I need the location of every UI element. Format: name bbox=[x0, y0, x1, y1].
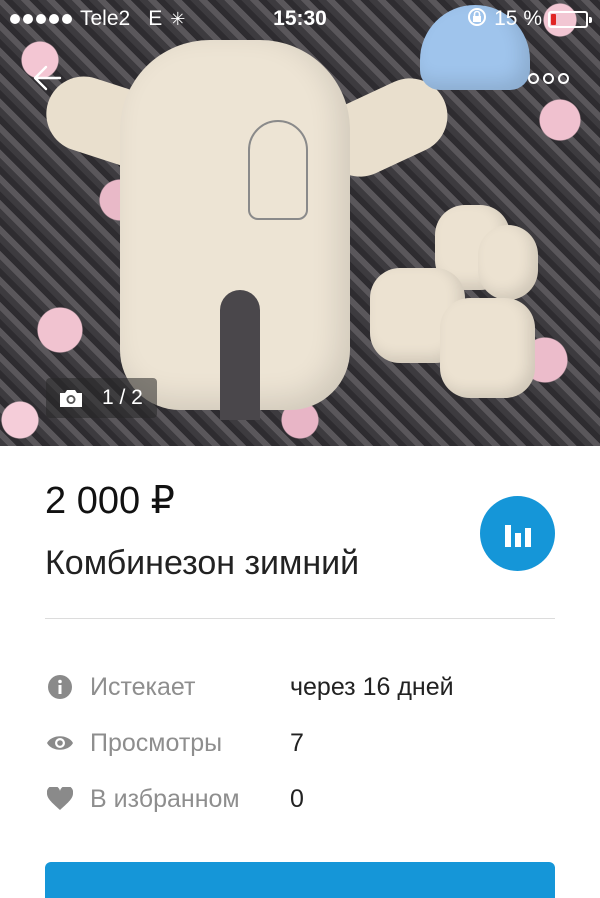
battery-icon bbox=[548, 10, 592, 28]
more-dots-icon bbox=[528, 72, 539, 84]
eye-icon bbox=[45, 728, 75, 758]
photo-detail bbox=[440, 298, 535, 398]
stat-label: Просмотры bbox=[90, 728, 223, 757]
stat-value: 7 bbox=[290, 728, 304, 757]
info-icon bbox=[45, 672, 75, 702]
stat-value: через 16 дней bbox=[290, 672, 454, 701]
camera-icon bbox=[60, 390, 82, 407]
rotation-lock-icon bbox=[466, 6, 488, 33]
stat-label: В избранном bbox=[90, 784, 240, 813]
more-dots-icon bbox=[543, 72, 554, 84]
photo-detail bbox=[478, 225, 538, 300]
status-bar: Tele2 E ✳ 15:30 15 % bbox=[0, 0, 600, 38]
battery-percent: 15 % bbox=[494, 7, 542, 30]
photo-detail bbox=[220, 290, 260, 420]
stat-value: 0 bbox=[290, 784, 304, 813]
network-type: E bbox=[148, 7, 163, 30]
primary-action-button[interactable] bbox=[45, 862, 555, 898]
stat-row-views: Просмотры 7 bbox=[45, 723, 555, 763]
listing-title: Комбинезон зимний bbox=[45, 544, 360, 582]
listing-price: 2 000 ₽ bbox=[45, 480, 175, 522]
back-button[interactable] bbox=[30, 60, 66, 96]
photo-counter: 1 / 2 bbox=[46, 378, 157, 418]
more-options-button[interactable] bbox=[528, 64, 576, 92]
bar-chart-icon bbox=[504, 524, 531, 547]
more-dots-icon bbox=[558, 72, 569, 84]
signal-strength-icon bbox=[10, 14, 72, 24]
photo-counter-text: 1 / 2 bbox=[102, 386, 143, 409]
heart-icon bbox=[45, 784, 75, 814]
stat-row-expires: Истекает через 16 дней bbox=[45, 667, 555, 707]
divider bbox=[45, 618, 555, 619]
carrier-name: Tele2 bbox=[80, 7, 131, 30]
photo-detail bbox=[248, 120, 308, 220]
arrow-left-icon bbox=[33, 65, 62, 91]
statistics-button[interactable] bbox=[480, 496, 555, 571]
activity-spinner-icon: ✳ bbox=[170, 8, 186, 29]
stat-label: Истекает bbox=[90, 672, 196, 701]
stat-row-favorites: В избранном 0 bbox=[45, 779, 555, 819]
